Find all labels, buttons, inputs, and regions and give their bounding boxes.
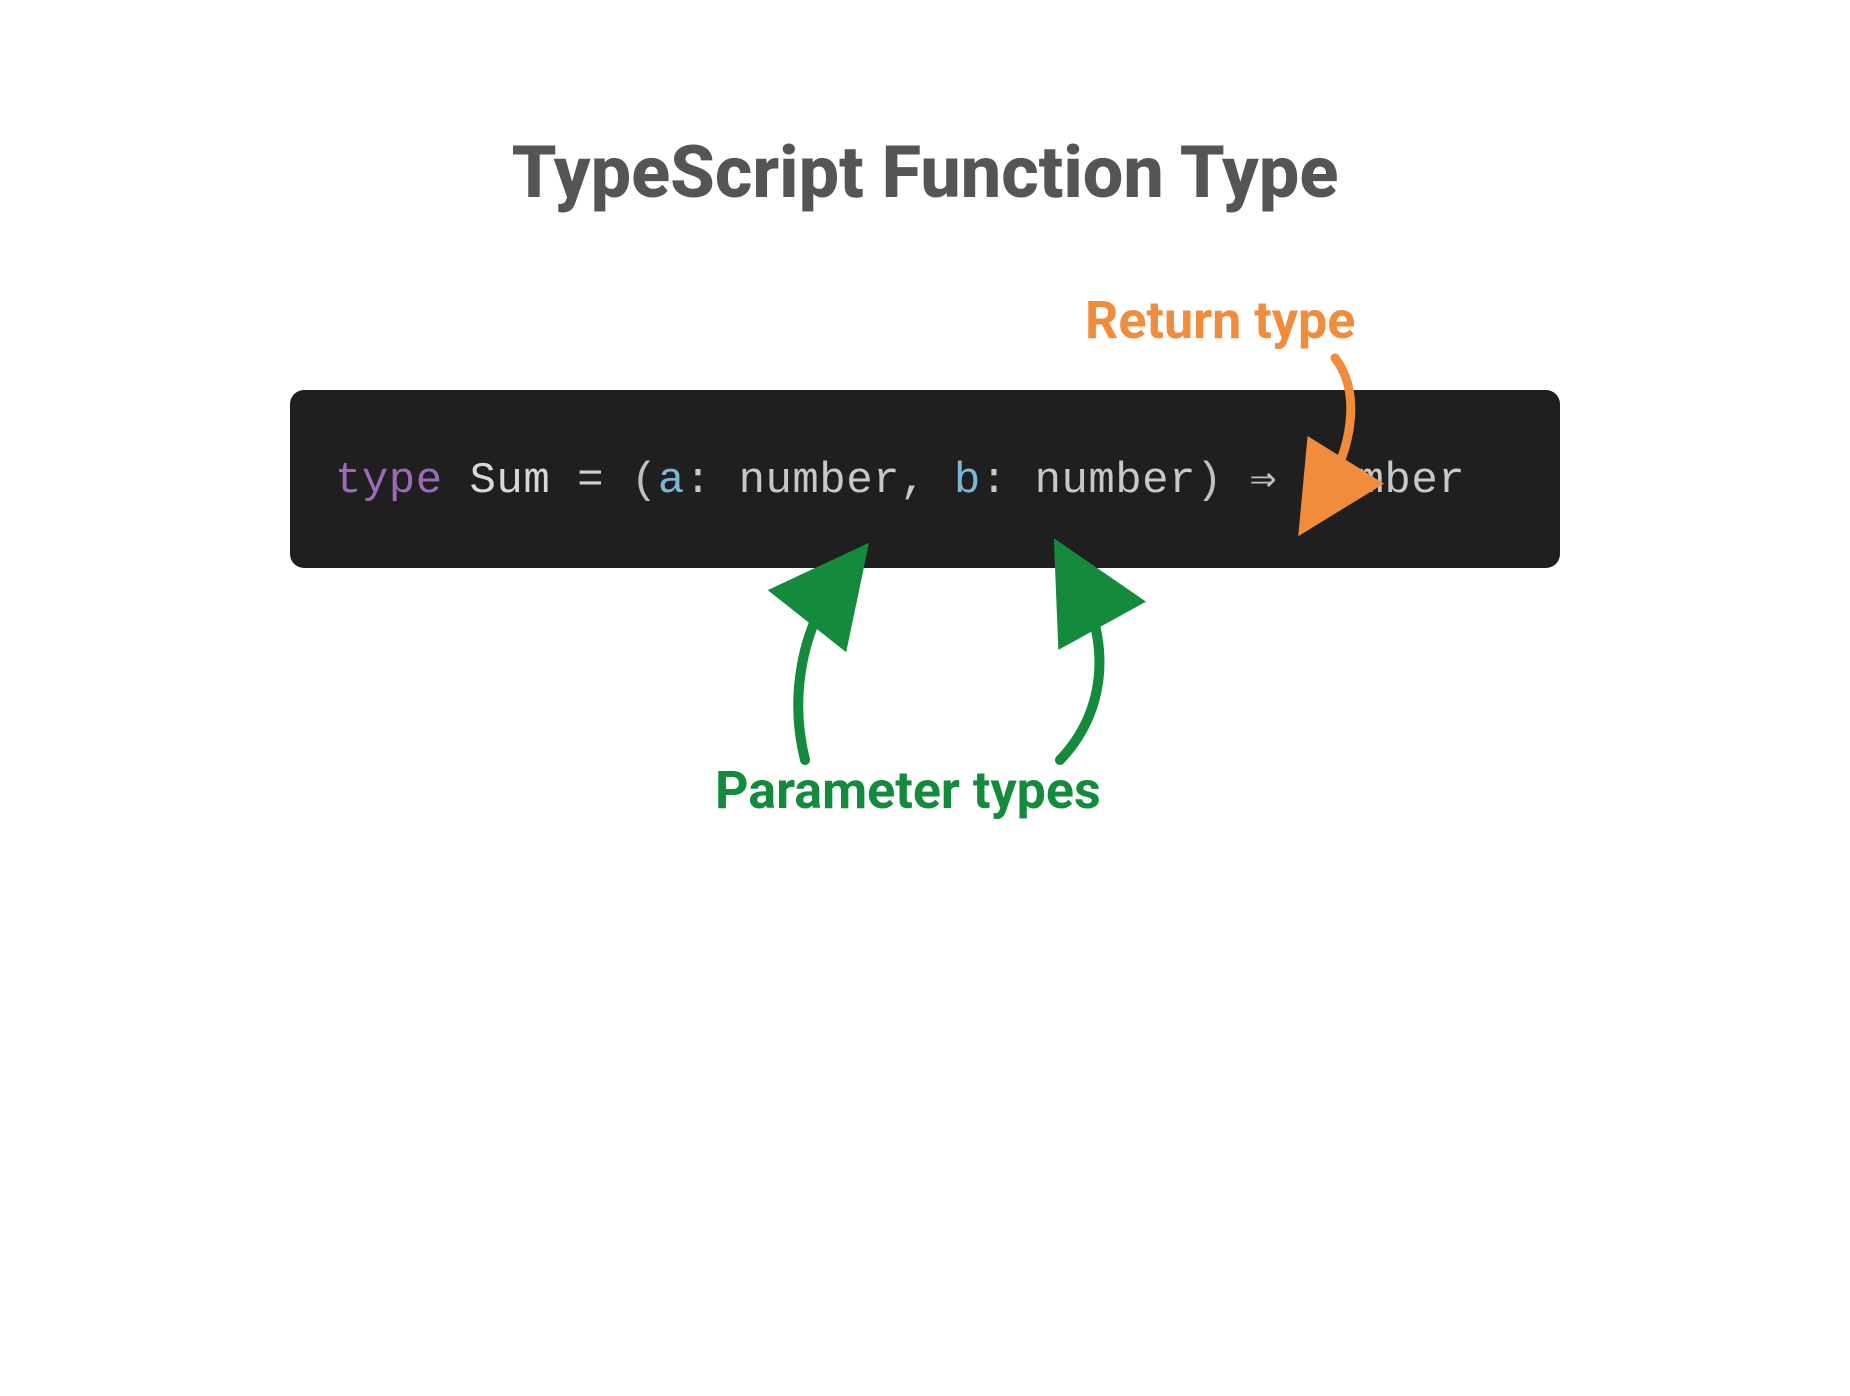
param-arrow-1-icon bbox=[780, 570, 880, 770]
return-arrow-icon bbox=[1300, 350, 1380, 510]
colon-1: : bbox=[685, 456, 712, 506]
param-a: a bbox=[658, 456, 685, 506]
arrow-operator: ⇒ bbox=[1250, 456, 1277, 506]
close-paren: ) bbox=[1196, 456, 1223, 506]
colon-2: : bbox=[981, 456, 1008, 506]
parameter-types-label: Parameter types bbox=[715, 760, 1101, 821]
comma: , bbox=[900, 456, 927, 506]
diagram-title: TypeScript Function Type bbox=[290, 130, 1560, 215]
keyword-type: type bbox=[335, 456, 443, 506]
param-a-type: number bbox=[739, 456, 900, 506]
param-b: b bbox=[954, 456, 981, 506]
equals-sign: = bbox=[577, 456, 604, 506]
param-arrow-2-icon bbox=[1020, 570, 1120, 770]
diagram-container: TypeScript Function Type Return type typ… bbox=[290, 0, 1560, 568]
type-name: Sum bbox=[470, 456, 551, 506]
return-type-label: Return type bbox=[1085, 290, 1355, 351]
param-b-type: number bbox=[1035, 456, 1196, 506]
open-paren: ( bbox=[631, 456, 658, 506]
